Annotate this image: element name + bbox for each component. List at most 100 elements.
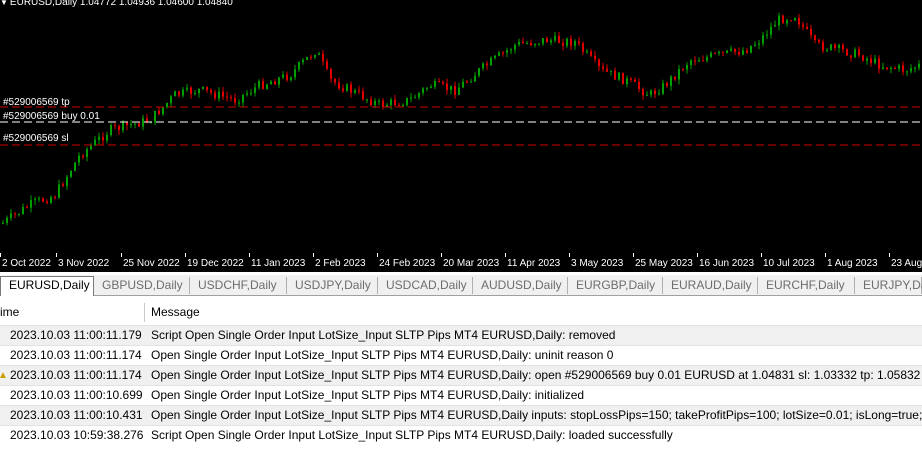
candle-body bbox=[790, 20, 792, 22]
journal-row[interactable]: 2023.10.03 11:00:10.699 Open Single Order… bbox=[0, 385, 922, 405]
candle-body bbox=[222, 91, 224, 97]
candle-body bbox=[334, 78, 336, 83]
candle-body bbox=[98, 136, 100, 140]
candle-body bbox=[310, 56, 312, 58]
journal-panel: ime Message 2023.10.03 11:00:11.179 Scrip… bbox=[0, 297, 922, 475]
candle-body bbox=[206, 86, 208, 91]
candle-body bbox=[238, 102, 240, 104]
candle-body bbox=[742, 50, 744, 55]
tab-euraud-daily[interactable]: EURAUD,Daily bbox=[663, 277, 758, 294]
journal-row[interactable]: 2023.10.03 10:59:38.276 Script Open Singl… bbox=[0, 425, 922, 445]
candle-body bbox=[682, 69, 684, 71]
candle-body bbox=[878, 58, 880, 69]
candle-body bbox=[398, 105, 400, 107]
candle-body bbox=[38, 198, 40, 200]
candle-body bbox=[318, 53, 320, 55]
candle-body bbox=[258, 81, 260, 88]
journal-message: Script Open Single Order Input LotSize_I… bbox=[151, 328, 616, 342]
journal-row[interactable]: 2023.10.03 11:00:11.179 Script Open Singl… bbox=[0, 325, 922, 345]
candle-body bbox=[726, 50, 728, 53]
candle-body bbox=[14, 213, 16, 215]
candle-body bbox=[162, 106, 164, 115]
candle-body bbox=[798, 17, 800, 25]
candle-body bbox=[10, 213, 12, 218]
x-axis-tick bbox=[569, 253, 570, 257]
candle-body bbox=[282, 74, 284, 78]
x-axis-tick bbox=[249, 253, 250, 257]
candle-body bbox=[874, 58, 876, 64]
tab-usdjpy-daily[interactable]: USDJPY,Daily bbox=[287, 277, 378, 294]
journal-row[interactable]: ▲ 2023.10.03 11:00:11.174 Open Single Orde… bbox=[0, 365, 922, 385]
candle-body bbox=[738, 52, 740, 55]
candle-body bbox=[722, 51, 724, 53]
candle-body bbox=[338, 82, 340, 89]
candle-body bbox=[174, 91, 176, 97]
tab-usdchf-daily[interactable]: USDCHF,Daily bbox=[190, 277, 287, 294]
candle-body bbox=[422, 88, 424, 93]
candle-body bbox=[494, 55, 496, 59]
tab-audusd-daily[interactable]: AUDUSD,Daily bbox=[473, 277, 568, 294]
candle-body bbox=[850, 55, 852, 58]
candle-body bbox=[526, 42, 528, 44]
tab-gbpusd-daily[interactable]: GBPUSD,Daily bbox=[94, 277, 190, 294]
candle-body bbox=[854, 49, 856, 58]
x-axis-tick bbox=[441, 253, 442, 257]
x-axis-label: 1 Aug 2023 bbox=[827, 258, 878, 269]
tab-eurjpy-daily[interactable]: EURJPY,Daily bbox=[855, 277, 922, 294]
candle-body bbox=[102, 136, 104, 141]
candle-body bbox=[658, 93, 660, 95]
candle-body bbox=[110, 124, 112, 135]
candle-body bbox=[122, 121, 124, 131]
price-chart[interactable]: ▼ EURUSD,Daily 1.04772 1.04936 1.04600 1.… bbox=[0, 0, 922, 272]
x-axis-tick bbox=[633, 253, 634, 257]
tab-usdcad-daily[interactable]: USDCAD,Daily bbox=[378, 277, 473, 294]
x-axis-label: 24 Feb 2023 bbox=[379, 258, 436, 269]
candle-body bbox=[142, 118, 144, 127]
candle-body bbox=[418, 92, 420, 98]
candle-body bbox=[746, 50, 748, 53]
candle-body bbox=[834, 44, 836, 48]
x-axis-label: 25 Nov 2022 bbox=[123, 258, 180, 269]
x-axis-tick bbox=[56, 253, 57, 257]
candle-body bbox=[770, 26, 772, 35]
journal-row[interactable]: 2023.10.03 11:00:10.431 Open Single Order… bbox=[0, 405, 922, 425]
tab-eurgbp-daily[interactable]: EURGBP,Daily bbox=[568, 277, 663, 294]
journal-time: 2023.10.03 11:00:10.699 bbox=[10, 388, 143, 402]
candle-body bbox=[394, 99, 396, 106]
candle-body bbox=[134, 123, 136, 125]
candle-body bbox=[510, 49, 512, 51]
candle-body bbox=[662, 83, 664, 94]
tab-eurusd-daily[interactable]: EURUSD,Daily bbox=[0, 276, 94, 296]
candle-body bbox=[66, 176, 68, 187]
candle-body bbox=[786, 20, 788, 24]
message-column-header[interactable]: Message bbox=[151, 303, 200, 322]
candle-body bbox=[230, 97, 232, 99]
x-axis-label: 20 Mar 2023 bbox=[443, 258, 500, 269]
candle-body bbox=[566, 38, 568, 46]
candle-body bbox=[710, 52, 712, 57]
journal-row[interactable]: 2023.10.03 11:00:11.174 Open Single Order… bbox=[0, 345, 922, 365]
candle-body bbox=[714, 52, 716, 54]
warning-icon: ▲ bbox=[0, 370, 8, 381]
candle-body bbox=[674, 76, 676, 80]
chart-header: ▼ EURUSD,Daily 1.04772 1.04936 1.04600 1.… bbox=[0, 0, 233, 8]
candle-body bbox=[514, 44, 516, 50]
candle-body bbox=[518, 41, 520, 45]
candle-body bbox=[758, 43, 760, 45]
time-column-header[interactable]: ime bbox=[0, 303, 19, 322]
tab-eurchf-daily[interactable]: EURCHF,Daily bbox=[758, 277, 855, 294]
x-axis-tick bbox=[889, 253, 890, 257]
x-axis-tick bbox=[0, 253, 1, 257]
candle-body bbox=[622, 72, 624, 85]
candle-body bbox=[314, 54, 316, 58]
candle-body bbox=[754, 44, 756, 46]
x-axis-label: 11 Apr 2023 bbox=[507, 258, 561, 269]
candle-body bbox=[490, 58, 492, 66]
candle-body bbox=[554, 35, 556, 41]
candle-body bbox=[670, 76, 672, 86]
journal-time: 2023.10.03 11:00:11.179 bbox=[10, 328, 142, 342]
candle-body bbox=[502, 52, 504, 54]
candle-body bbox=[370, 99, 372, 106]
column-divider[interactable] bbox=[144, 303, 145, 322]
x-axis-tick bbox=[313, 253, 314, 257]
